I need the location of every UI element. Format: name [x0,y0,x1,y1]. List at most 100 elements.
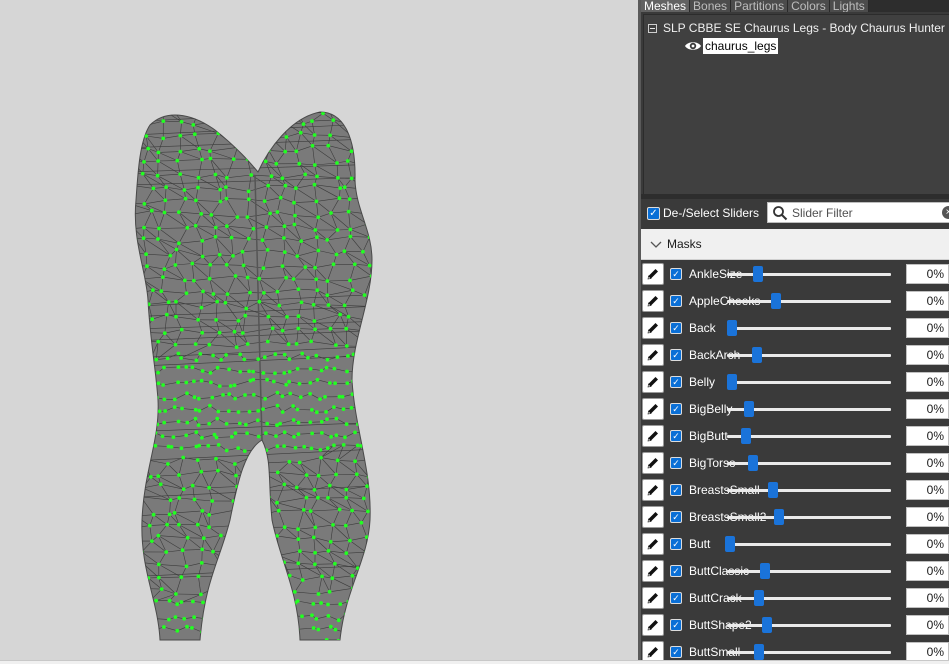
slider-row[interactable]: ✓ ButtClassic 0% [641,557,949,584]
chevron-down-icon[interactable] [650,239,662,249]
slider-value-field[interactable]: 0% [906,426,949,446]
slider-value-field[interactable]: 0% [906,264,949,284]
slider-thumb[interactable] [741,428,751,444]
edit-slider-button[interactable] [642,425,664,447]
edit-slider-button[interactable] [642,344,664,366]
edit-slider-button[interactable] [642,263,664,285]
slider-row[interactable]: ✓ BigBelly 0% [641,395,949,422]
edit-slider-button[interactable] [642,506,664,528]
mesh-viewport[interactable] [0,0,638,660]
slider-thumb[interactable] [753,266,763,282]
slider-thumb[interactable] [748,455,758,471]
deselect-sliders-label[interactable]: De-/Select Sliders [663,206,759,221]
slider-thumb[interactable] [744,401,754,417]
slider-thumb[interactable] [771,293,781,309]
edit-slider-button[interactable] [642,290,664,312]
slider-checkbox[interactable]: ✓ [670,295,682,307]
chaurus-legs-mesh[interactable] [0,0,638,660]
slider-row[interactable]: ✓ ButtSmall 0% [641,638,949,660]
slider-track[interactable] [727,624,891,627]
slider-track[interactable] [727,300,891,303]
slider-value-field[interactable]: 0% [906,399,949,419]
slider-value-field[interactable]: 0% [906,318,949,338]
slider-checkbox[interactable]: ✓ [670,430,682,442]
slider-value-field[interactable]: 0% [906,453,949,473]
slider-checkbox[interactable]: ✓ [670,376,682,388]
tab-meshes[interactable]: Meshes [641,0,691,12]
slider-checkbox[interactable]: ✓ [670,511,682,523]
slider-row[interactable]: ✓ Butt 0% [641,530,949,557]
edit-slider-button[interactable] [642,560,664,582]
edit-slider-button[interactable] [642,641,664,660]
slider-filter-box[interactable]: × [767,202,949,223]
slider-thumb[interactable] [727,374,737,390]
edit-slider-button[interactable] [642,371,664,393]
slider-checkbox[interactable]: ✓ [670,403,682,415]
slider-row[interactable]: ✓ BreastsSmall 0% [641,476,949,503]
slider-value-field[interactable]: 0% [906,507,949,527]
slider-thumb[interactable] [727,320,737,336]
slider-checkbox[interactable]: ✓ [670,457,682,469]
slider-checkbox[interactable]: ✓ [670,565,682,577]
slider-value-field[interactable]: 0% [906,561,949,581]
collapse-icon[interactable] [648,23,657,33]
edit-slider-button[interactable] [642,533,664,555]
slider-track[interactable] [727,435,891,438]
slider-checkbox[interactable]: ✓ [670,322,682,334]
slider-filter-input[interactable] [792,204,937,221]
slider-checkbox[interactable]: ✓ [670,484,682,496]
slider-row[interactable]: ✓ ButtCrack 0% [641,584,949,611]
slider-value-field[interactable]: 0% [906,615,949,635]
slider-track[interactable] [727,597,891,600]
slider-track[interactable] [727,516,891,519]
tab-colors[interactable]: Colors [788,0,830,12]
tab-lights[interactable]: Lights [829,0,869,12]
slider-checkbox[interactable]: ✓ [670,349,682,361]
edit-slider-button[interactable] [642,587,664,609]
slider-track[interactable] [727,273,891,276]
slider-checkbox[interactable]: ✓ [670,646,682,658]
tab-bones[interactable]: Bones [690,0,732,12]
slider-track[interactable] [727,489,891,492]
edit-slider-button[interactable] [642,614,664,636]
slider-value-field[interactable]: 0% [906,291,949,311]
tree-root-item[interactable]: SLP CBBE SE Chaurus Legs - Body Chaurus … [648,19,945,37]
slider-track[interactable] [727,381,891,384]
eye-icon[interactable] [684,39,702,53]
slider-row[interactable]: ✓ Belly 0% [641,368,949,395]
clear-filter-icon[interactable]: × [942,206,949,219]
slider-thumb[interactable] [768,482,778,498]
slider-row[interactable]: ✓ AppleCheeks 0% [641,287,949,314]
slider-checkbox[interactable]: ✓ [670,592,682,604]
slider-thumb[interactable] [752,347,762,363]
slider-row[interactable]: ✓ ButtShape2 0% [641,611,949,638]
slider-value-field[interactable]: 0% [906,372,949,392]
slider-row[interactable]: ✓ BigTorso 0% [641,449,949,476]
edit-slider-button[interactable] [642,398,664,420]
slider-checkbox[interactable]: ✓ [670,268,682,280]
slider-value-field[interactable]: 0% [906,345,949,365]
slider-value-field[interactable]: 0% [906,480,949,500]
tab-partitions[interactable]: Partitions [731,0,789,12]
masks-group-header[interactable]: Masks [641,229,949,260]
tree-child-item[interactable]: chaurus_legs [684,37,779,55]
slider-track[interactable] [727,543,891,546]
slider-value-field[interactable]: 0% [906,642,949,660]
slider-thumb[interactable] [762,617,772,633]
slider-thumb[interactable] [725,536,735,552]
edit-slider-button[interactable] [642,452,664,474]
edit-slider-button[interactable] [642,317,664,339]
slider-row[interactable]: ✓ BigButt 0% [641,422,949,449]
slider-track[interactable] [727,570,891,573]
slider-row[interactable]: ✓ BackArch 0% [641,341,949,368]
slider-value-field[interactable]: 0% [906,534,949,554]
slider-thumb[interactable] [754,590,764,606]
deselect-sliders-checkbox[interactable]: ✓ [647,207,660,220]
slider-value-field[interactable]: 0% [906,588,949,608]
tree-child-label[interactable]: chaurus_legs [703,38,779,54]
slider-track[interactable] [727,651,891,654]
slider-row[interactable]: ✓ Back 0% [641,314,949,341]
slider-row[interactable]: ✓ AnkleSize 0% [641,260,949,287]
slider-thumb[interactable] [754,644,764,660]
slider-thumb[interactable] [760,563,770,579]
